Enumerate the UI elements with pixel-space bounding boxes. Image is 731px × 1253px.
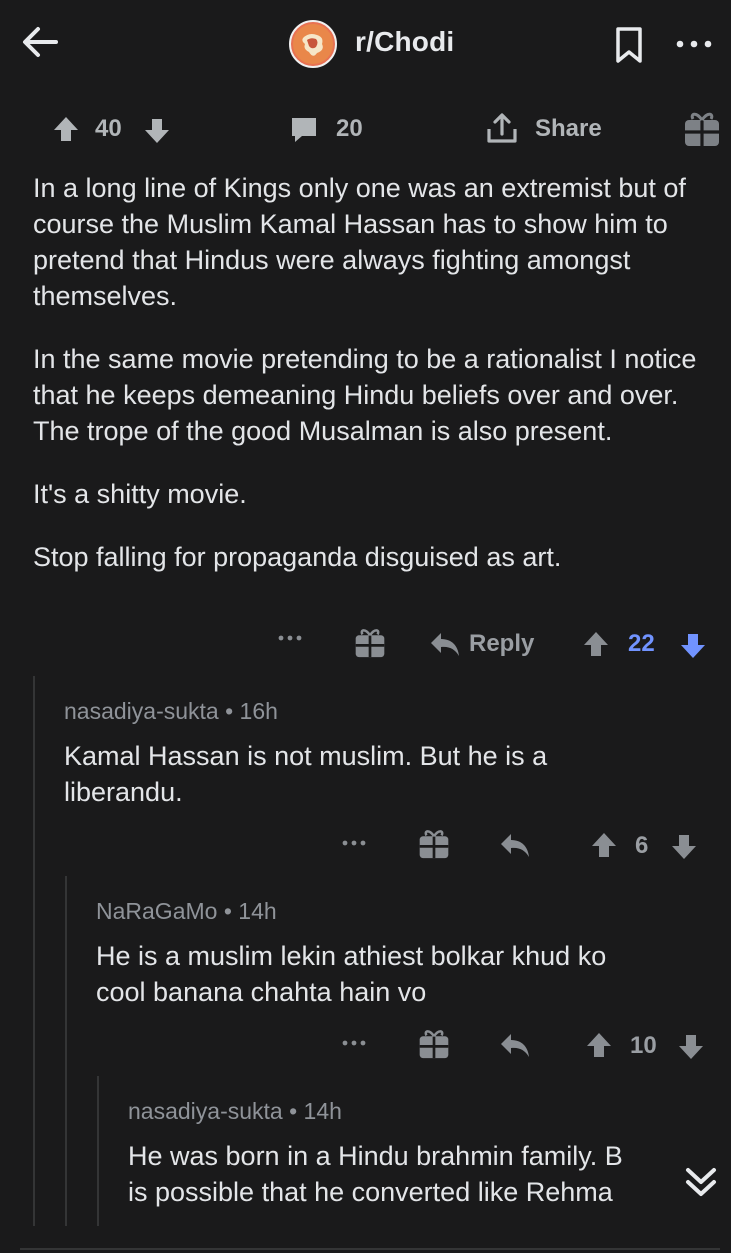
award-gift-icon[interactable] [418, 826, 450, 860]
comment-age: 16h [239, 698, 278, 724]
comment-actions: 10 [0, 1022, 731, 1068]
downvote-icon[interactable] [142, 116, 172, 146]
award-gift-icon[interactable] [354, 625, 386, 659]
comment-paragraph: In a long line of Kings only one was an … [33, 173, 686, 311]
comment-line: cool banana chahta hain vo [96, 977, 427, 1007]
comment-meta: nasadiya-sukta • 16h [64, 698, 704, 725]
comment-score: 6 [635, 832, 649, 859]
comment-line: He is a muslim lekin athiest bolkar khud… [96, 941, 607, 971]
comment-score: 10 [630, 1032, 657, 1059]
meta-separator: • [289, 1098, 298, 1124]
share-icon[interactable] [485, 112, 519, 146]
reply-icon[interactable] [499, 1031, 531, 1059]
reply-icon[interactable] [499, 831, 531, 859]
comment-meta: NaRaGaMo • 14h [96, 898, 716, 925]
comment-age: 14h [238, 898, 277, 924]
more-options-icon[interactable] [672, 30, 716, 58]
comment-paragraph: Stop falling for propaganda disguised as… [33, 542, 562, 572]
upvote-icon[interactable] [581, 629, 611, 659]
comment-actions: 6 [0, 822, 731, 868]
award-gift-icon[interactable] [683, 108, 721, 148]
comment-text: He was born in a Hindu brahmin family. B… [128, 1138, 680, 1210]
comment-paragraph: In the same movie pretending to be a rat… [33, 344, 697, 446]
share-button[interactable]: Share [535, 115, 602, 143]
more-options-icon[interactable] [341, 1035, 367, 1051]
meta-separator: • [223, 898, 232, 924]
subreddit-avatar[interactable] [289, 20, 337, 68]
downvote-icon[interactable] [676, 1032, 706, 1062]
downvote-icon-active[interactable] [678, 631, 708, 661]
reply-comment: nasadiya-sukta • 14h He was born in a Hi… [128, 1098, 680, 1210]
comment-icon[interactable] [288, 114, 320, 146]
thread-line[interactable] [97, 1076, 99, 1226]
meta-separator: • [225, 698, 234, 724]
scroll-to-next-chevron-icon[interactable] [678, 1158, 724, 1204]
reply-comment: nasadiya-sukta • 16h Kamal Hassan is not… [64, 698, 704, 810]
reply-icon[interactable] [429, 630, 461, 658]
downvote-icon[interactable] [669, 832, 699, 862]
comment-author[interactable]: nasadiya-sukta [128, 1098, 283, 1124]
thread-line[interactable] [33, 676, 35, 1226]
comment-count: 20 [336, 115, 363, 142]
comment-line: is possible that he converted like Rehma [128, 1177, 613, 1207]
comment-line: liberandu. [64, 777, 183, 807]
upvote-icon[interactable] [584, 1030, 614, 1060]
comment-age: 14h [303, 1098, 342, 1124]
award-gift-icon[interactable] [418, 1026, 450, 1060]
comment-actions: Reply 22 [0, 622, 731, 668]
comment-author[interactable]: nasadiya-sukta [64, 698, 219, 724]
bookmark-icon[interactable] [612, 26, 646, 64]
divider [20, 1248, 720, 1250]
comment-author[interactable]: NaRaGaMo [96, 898, 217, 924]
comment-line: Kamal Hassan is not muslim. But he is a [64, 741, 548, 771]
comment-text: Kamal Hassan is not muslim. But he is a … [64, 738, 704, 810]
comment-paragraph: It's a shitty movie. [33, 479, 247, 509]
more-options-icon[interactable] [277, 630, 303, 646]
more-options-icon[interactable] [341, 835, 367, 851]
post-score: 40 [95, 115, 122, 142]
reply-button[interactable]: Reply [469, 630, 534, 658]
comment-meta: nasadiya-sukta • 14h [128, 1098, 680, 1125]
comment-score: 22 [628, 630, 655, 657]
top-bar: r/Chodi [0, 0, 731, 90]
back-arrow-icon[interactable] [18, 20, 62, 64]
comment-text: He is a muslim lekin athiest bolkar khud… [96, 938, 716, 1010]
comment-line: He was born in a Hindu brahmin family. B [128, 1141, 623, 1171]
comment-body: In a long line of Kings only one was an … [33, 170, 717, 602]
reply-comment: NaRaGaMo • 14h He is a muslim lekin athi… [96, 898, 716, 1010]
upvote-icon[interactable] [589, 830, 619, 860]
subreddit-name[interactable]: r/Chodi [355, 26, 454, 58]
upvote-icon[interactable] [51, 114, 81, 144]
post-action-bar: 40 20 Share [0, 106, 731, 152]
